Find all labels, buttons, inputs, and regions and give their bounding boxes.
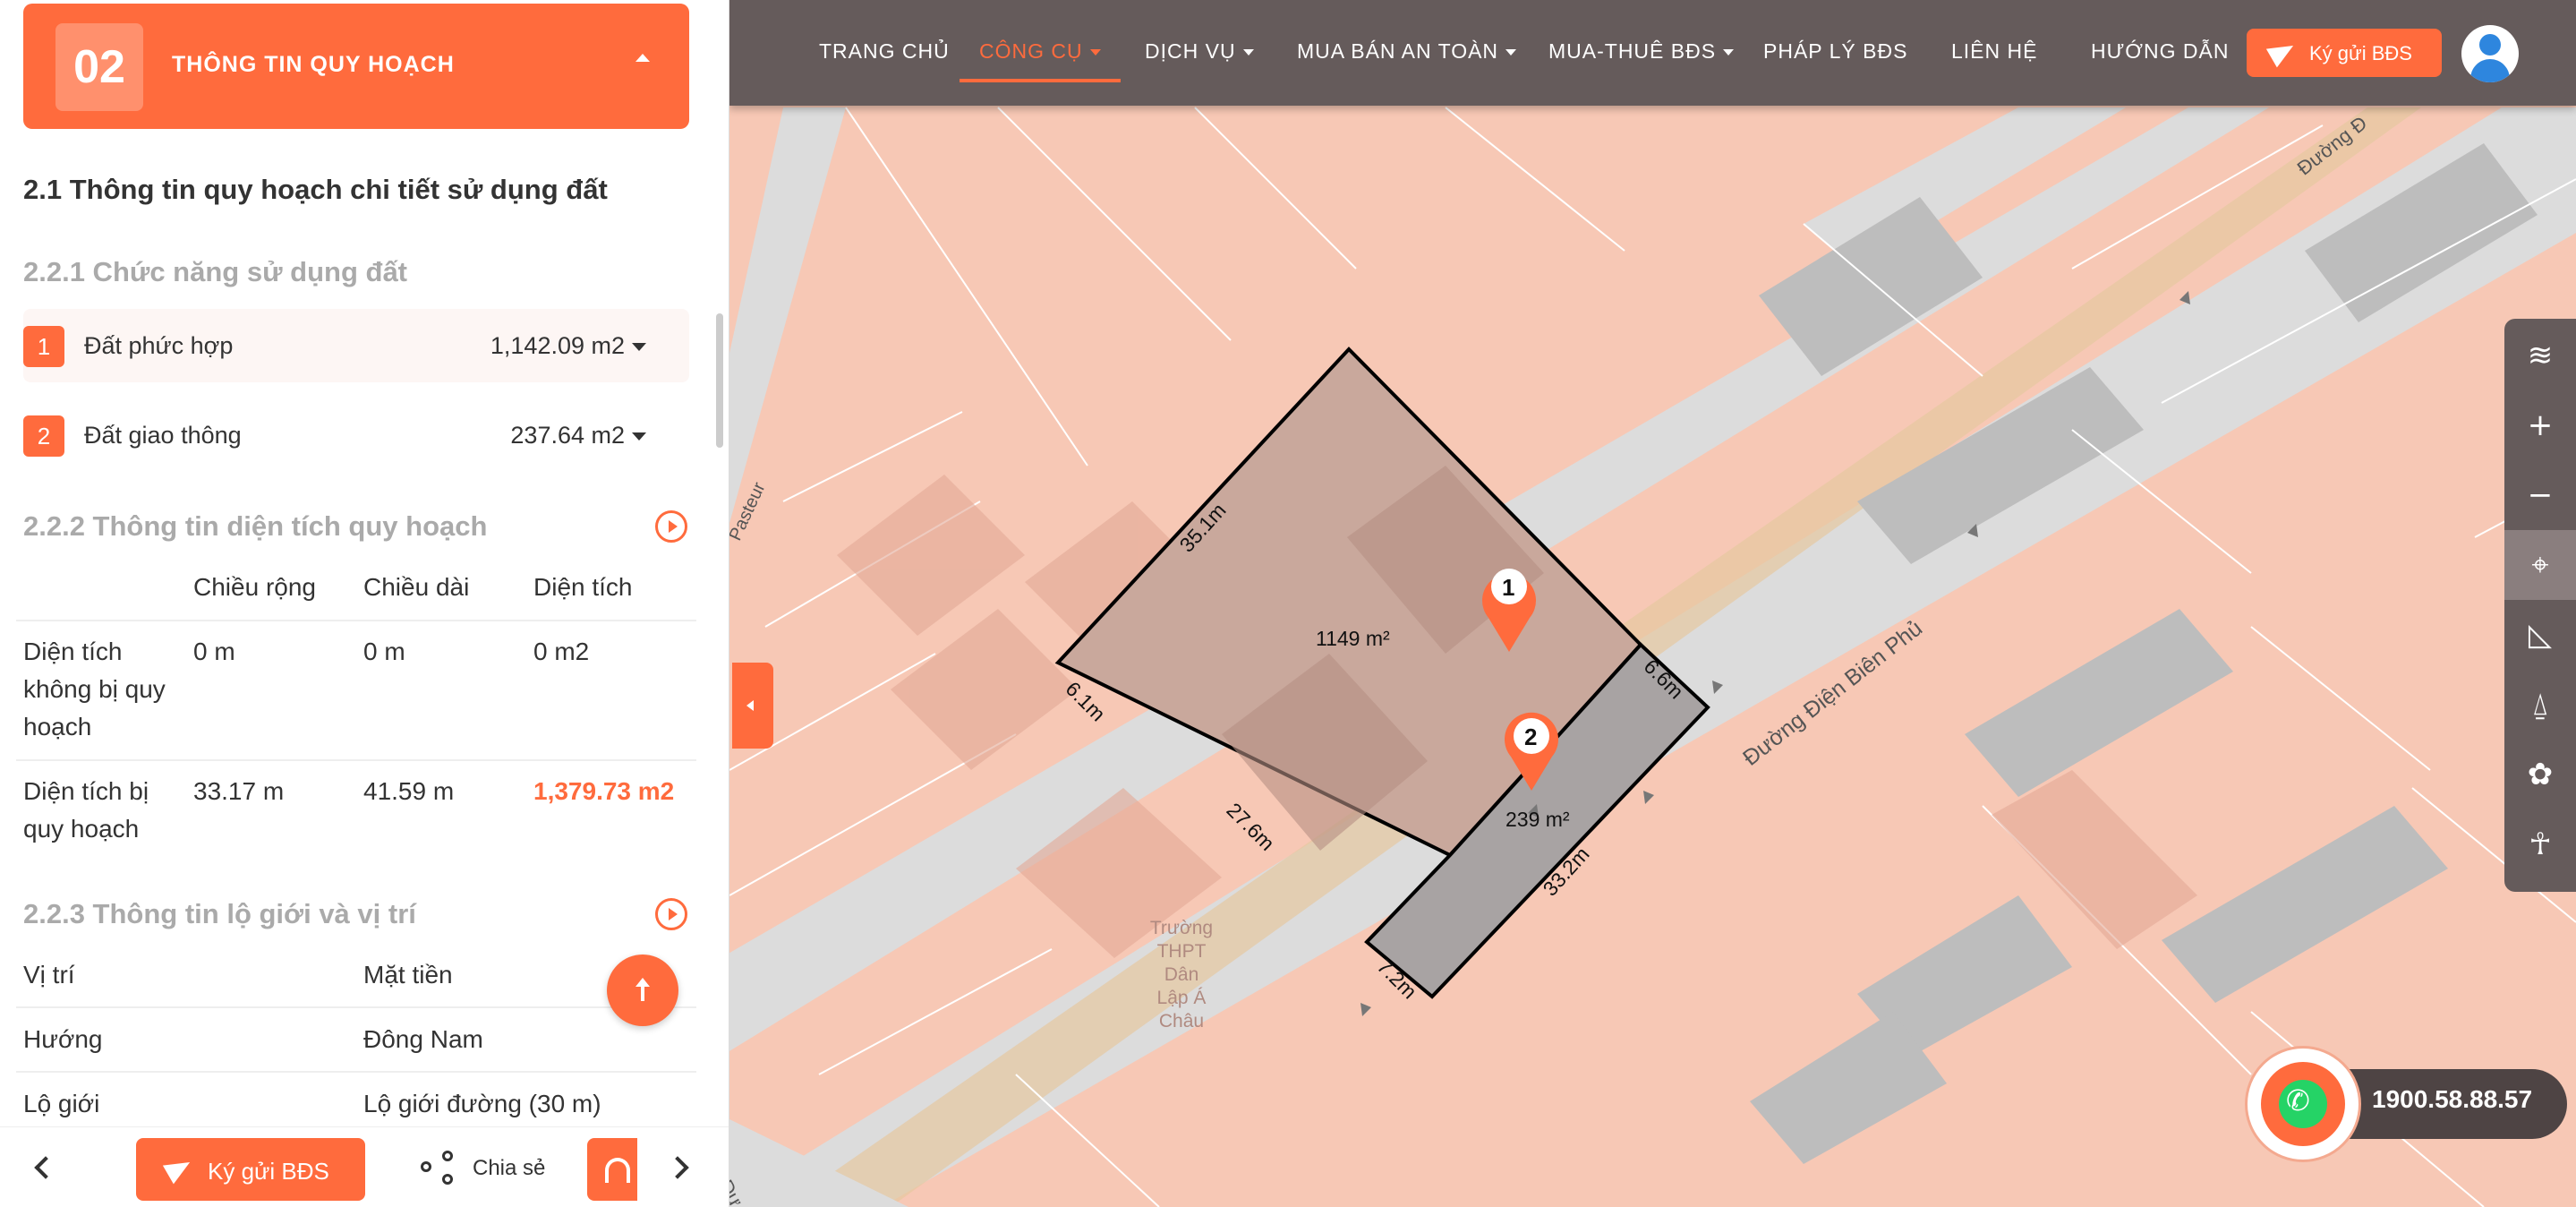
road-value: Lộ giới đường (30 m) — [363, 1090, 601, 1117]
support-button[interactable] — [587, 1138, 637, 1201]
road-value: Mặt tiền — [363, 961, 453, 989]
zoom-out-icon: − — [2527, 477, 2554, 513]
chevron-down-icon — [1506, 49, 1517, 56]
road-label: Hướng — [23, 1025, 103, 1053]
map-canvas[interactable]: 1149 m² 239 m² 35.1m 6.1m 27.6m 7.2m 33.… — [729, 0, 2576, 1207]
layers-icon: ≋ — [2527, 338, 2554, 373]
row-label: Diện tích không bị quy hoạch — [23, 638, 166, 740]
chevron-down-icon — [1242, 49, 1254, 56]
length-value: 0 m — [363, 638, 405, 665]
chevron-down-icon[interactable] — [632, 343, 646, 351]
area-info-heading: 2.2.2 Thông tin diện tích quy hoạch — [23, 510, 488, 542]
hotline-widget[interactable]: 1900.58.88.57 ✆ — [2245, 1046, 2576, 1162]
parcel-area-label-2: 239 m² — [1506, 808, 1570, 831]
school-label: Trường THPT Dân Lập Á Châu — [1149, 918, 1214, 1032]
zoom-in-button[interactable]: + — [2504, 390, 2576, 460]
width-value: 0 m — [193, 638, 235, 665]
planning-info-panel: 02 THÔNG TIN QUY HOẠCH 2.1 Thông tin quy… — [0, 0, 729, 1207]
send-icon — [162, 1152, 196, 1185]
location-icon: ⌖ — [2531, 547, 2549, 583]
location-button[interactable]: ⌖ — [2504, 530, 2576, 600]
column-header: Diện tích — [533, 573, 633, 601]
nav-item-safe-trade[interactable]: MUA BÁN AN TOÀN — [1297, 39, 1517, 64]
share-icon — [421, 1161, 431, 1172]
nav-item-legal[interactable]: PHÁP LÝ BĐS — [1763, 39, 1907, 64]
width-value: 33.17 m — [193, 777, 285, 805]
palette-icon: ✿ — [2527, 757, 2554, 792]
land-use-name: Đất giao thông — [84, 422, 242, 449]
road-label: Lộ giới — [23, 1090, 100, 1117]
chevron-right-icon[interactable] — [666, 1156, 689, 1179]
collapse-panel-button[interactable] — [732, 663, 773, 749]
map-layer[interactable] — [729, 0, 2576, 1207]
chevron-left-icon[interactable] — [34, 1156, 57, 1179]
panel-footer: Ký gửi BĐS Chia sẻ — [0, 1126, 729, 1207]
section-heading: 2.1 Thông tin quy hoạch chi tiết sử dụng… — [23, 174, 608, 205]
nav-active-indicator — [960, 79, 1121, 82]
marker-1-label[interactable]: 1 — [1502, 574, 1514, 602]
hotline-number[interactable]: 1900.58.88.57 — [2372, 1085, 2532, 1114]
footer-kygui-button[interactable]: Ký gửi BĐS — [136, 1138, 365, 1201]
map-pin-button[interactable]: ⍙ — [2504, 670, 2576, 740]
area-value: 0 m2 — [533, 638, 590, 665]
divider — [16, 1071, 696, 1073]
column-header: Chiều dài — [363, 573, 470, 601]
road-value: Đông Nam — [363, 1025, 483, 1053]
street-view-icon: ☥ — [2529, 826, 2552, 862]
building-block — [1965, 609, 2233, 797]
row-label: Diện tích bị quy hoạch — [23, 777, 149, 843]
length-value: 41.59 m — [363, 777, 455, 805]
land-use-area: 1,142.09 m2 — [490, 332, 625, 359]
land-use-index: 2 — [23, 415, 64, 457]
send-icon — [2265, 36, 2299, 68]
play-icon[interactable] — [655, 898, 687, 930]
marker-2-label[interactable]: 2 — [1524, 723, 1537, 751]
measure-button[interactable]: ◺ — [2504, 600, 2576, 670]
nav-item-buy-rent[interactable]: MUA-THUÊ BĐS — [1548, 39, 1735, 64]
panel-scrollbar[interactable] — [716, 313, 723, 448]
land-use-area: 237.64 m2 — [510, 422, 625, 449]
area-value-highlight: 1,379.73 m2 — [533, 777, 675, 805]
divider — [16, 1006, 696, 1008]
land-use-name: Đất phức hợp — [84, 332, 234, 359]
nav-kygui-button[interactable]: Ký gửi BĐS — [2247, 29, 2442, 77]
nav-item-home[interactable]: TRANG CHỦ — [819, 39, 950, 64]
measure-icon: ◺ — [2528, 617, 2553, 653]
divider — [16, 620, 696, 621]
nav-item-guide[interactable]: HƯỚNG DẪN — [2091, 39, 2229, 64]
user-avatar[interactable] — [2461, 25, 2519, 82]
zoom-in-icon: + — [2527, 407, 2554, 443]
play-icon[interactable] — [655, 510, 687, 543]
land-use-heading: 2.2.1 Chức năng sử dụng đất — [23, 256, 408, 287]
building-block — [2162, 806, 2448, 1003]
chevron-down-icon — [1723, 49, 1735, 56]
section-number: 02 — [55, 23, 143, 111]
chevron-down-icon[interactable] — [632, 432, 646, 441]
chevron-down-icon — [1089, 49, 1101, 56]
chevron-up-icon[interactable] — [635, 54, 650, 62]
road-info-heading: 2.2.3 Thông tin lộ giới và vị trí — [23, 898, 416, 929]
divider — [16, 759, 696, 761]
nav-item-contact[interactable]: LIÊN HỆ — [1951, 39, 2037, 64]
share-button[interactable]: Chia sẻ — [419, 1151, 553, 1186]
phone-icon: ✆ — [2286, 1083, 2310, 1117]
panel-header[interactable]: 02 THÔNG TIN QUY HOẠCH — [23, 4, 689, 129]
panel-title: THÔNG TIN QUY HOẠCH — [172, 52, 455, 77]
column-header: Chiều rộng — [193, 573, 316, 601]
nav-item-tools[interactable]: CÔNG CỤ — [979, 39, 1101, 64]
map-pin-icon: ⍙ — [2530, 687, 2550, 723]
map-toolbar: ≋ + − ⌖ ◺ ⍙ ✿ ☥ — [2504, 319, 2576, 892]
parcel-area-label-1: 1149 m² — [1316, 627, 1390, 650]
land-use-index: 1 — [23, 326, 64, 367]
layers-button[interactable]: ≋ — [2504, 321, 2576, 390]
street-view-button[interactable]: ☥ — [2504, 809, 2576, 879]
road-label: Vị trí — [23, 961, 75, 989]
scroll-to-top-button[interactable] — [607, 954, 678, 1026]
palette-button[interactable]: ✿ — [2504, 740, 2576, 809]
nav-item-services[interactable]: DỊCH VỤ — [1145, 39, 1254, 64]
zoom-out-button[interactable]: − — [2504, 460, 2576, 530]
land-use-item[interactable]: 1 Đất phức hợp 1,142.09 m2 — [23, 309, 689, 382]
land-use-item[interactable]: 2 Đất giao thông 237.64 m2 — [23, 398, 689, 472]
